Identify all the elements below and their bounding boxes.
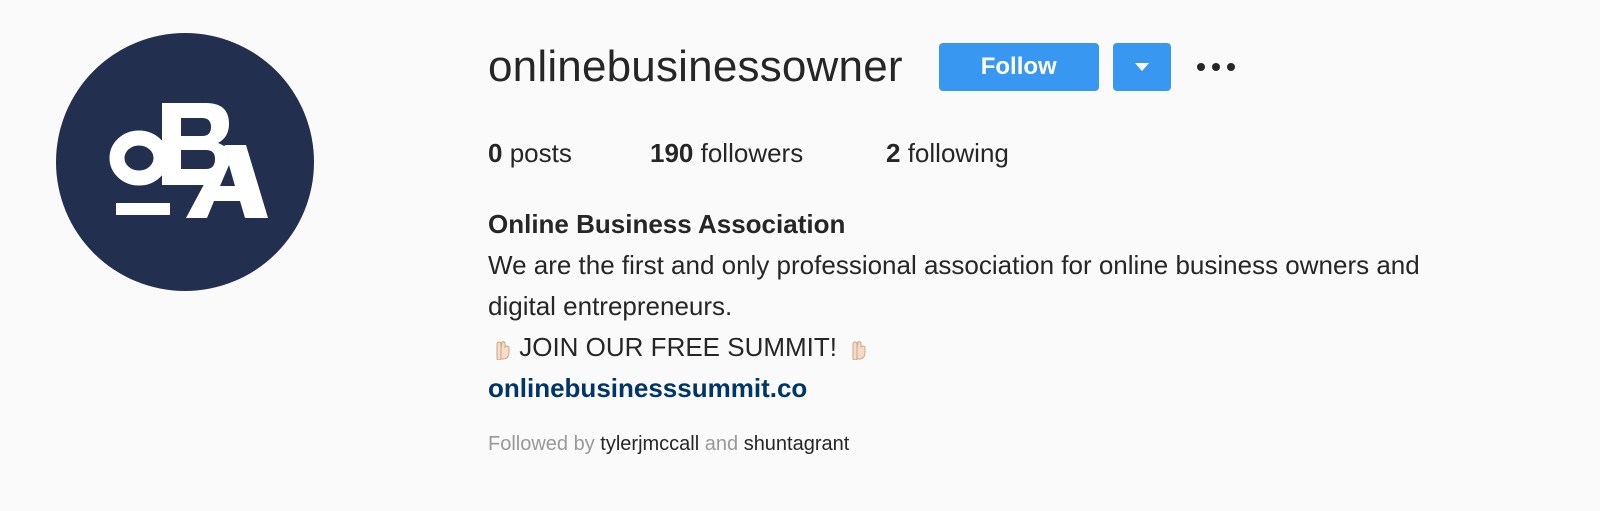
ellipsis-icon xyxy=(1196,63,1205,71)
caret-down-icon xyxy=(1134,63,1149,71)
full-name: Online Business Association xyxy=(488,209,846,239)
followers-label: followers xyxy=(700,138,804,168)
website-link[interactable]: onlinebusinesssummit.co xyxy=(488,368,1568,409)
profile-avatar[interactable] xyxy=(56,33,314,291)
following-stat[interactable]: 2 following xyxy=(886,136,1009,170)
pointing-down-hand-icon xyxy=(852,341,866,360)
followers-count: 190 xyxy=(650,138,694,168)
followed-by-prefix: Followed by xyxy=(488,433,595,455)
bio-line-2: digital entrepreneurs. xyxy=(488,291,733,321)
profile-header: onlinebusinessowner Follow xyxy=(488,42,1235,92)
suggested-dropdown-button[interactable] xyxy=(1112,43,1171,91)
bio-cta: JOIN OUR FREE SUMMIT! xyxy=(488,327,1568,368)
username: onlinebusinessowner xyxy=(488,42,903,91)
more-options-button[interactable] xyxy=(1196,43,1235,91)
pointing-down-hand-icon xyxy=(496,341,510,360)
profile-stats: 0 posts 190 followers 2 following xyxy=(488,136,1009,170)
posts-label: posts xyxy=(509,138,572,168)
profile-bio: Online Business Association We are the f… xyxy=(488,204,1568,409)
following-count: 2 xyxy=(886,138,901,168)
followers-stat[interactable]: 190 followers xyxy=(650,136,886,170)
follower-link-1[interactable]: tylerjmccall xyxy=(600,433,699,455)
followed-by-joiner: and xyxy=(704,433,739,455)
bio-line-1: We are the first and only professional a… xyxy=(488,250,1420,280)
oba-logo xyxy=(109,103,268,218)
follow-button[interactable]: Follow xyxy=(938,43,1099,91)
follower-link-2[interactable]: shuntagrant xyxy=(744,433,850,455)
posts-stat: 0 posts xyxy=(488,136,650,170)
following-label: following xyxy=(907,138,1009,168)
followed-by: Followed by tylerjmccall and shuntagrant xyxy=(488,430,849,458)
cta-text: JOIN OUR FREE SUMMIT! xyxy=(519,332,838,362)
posts-count: 0 xyxy=(488,138,503,168)
